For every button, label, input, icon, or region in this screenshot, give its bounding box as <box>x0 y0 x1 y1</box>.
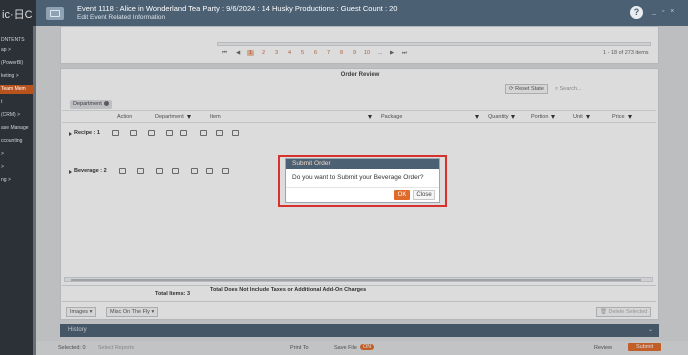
sidebar-item[interactable]: t <box>0 98 36 107</box>
event-header: Event 1118 : Alice in Wonderland Tea Par… <box>36 0 688 26</box>
sidebar-item-active[interactable]: Team Mem <box>0 85 36 94</box>
dialog-divider <box>286 187 439 188</box>
sidebar-item[interactable]: DNTENTS <box>0 36 36 45</box>
dialog-message: Do you want to Submit your Beverage Orde… <box>292 174 424 181</box>
sidebar-item[interactable]: ap > <box>0 46 36 55</box>
page-subtitle: Edit Event Related Information <box>77 14 166 21</box>
event-icon <box>46 7 64 20</box>
sidebar-item[interactable]: ase Manage <box>0 124 36 133</box>
sidebar-item[interactable]: ng > <box>0 176 36 185</box>
sidebar-item[interactable]: > <box>0 150 36 159</box>
sidebar-item[interactable]: keting > <box>0 72 36 81</box>
close-button[interactable]: Close <box>413 190 435 200</box>
sidebar-item[interactable]: (CRM) > <box>0 111 36 120</box>
dialog-title: Submit Order <box>286 159 439 169</box>
window-controls[interactable]: _ ▫ × <box>652 8 676 15</box>
app-logo: ic·日C <box>2 9 33 21</box>
help-icon[interactable]: ? <box>630 6 643 19</box>
sidebar: ic·日C DNTENTS ap > (PowerBI) keting > Te… <box>0 0 36 355</box>
page-title: Event 1118 : Alice in Wonderland Tea Par… <box>77 4 398 13</box>
sidebar-item[interactable]: > <box>0 163 36 172</box>
sidebar-item[interactable]: (PowerBI) <box>0 59 36 68</box>
ok-button[interactable]: OK <box>394 190 410 200</box>
submit-order-dialog: Submit Order Do you want to Submit your … <box>285 158 440 203</box>
sidebar-item[interactable]: ccounting <box>0 137 36 146</box>
